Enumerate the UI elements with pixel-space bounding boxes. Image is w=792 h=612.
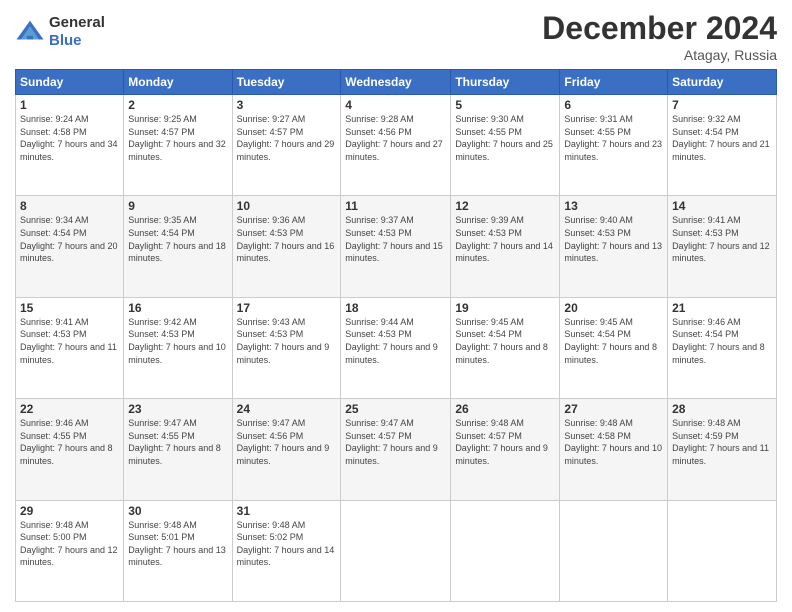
day-cell-18: 18 Sunrise: 9:44 AMSunset: 4:53 PMDaylig… [341,297,451,398]
day-cell-2: 2 Sunrise: 9:25 AMSunset: 4:57 PMDayligh… [124,95,232,196]
empty-cell-4 [668,500,777,601]
day-cell-16: 16 Sunrise: 9:42 AMSunset: 4:53 PMDaylig… [124,297,232,398]
day-cell-5: 5 Sunrise: 9:30 AMSunset: 4:55 PMDayligh… [451,95,560,196]
col-saturday: Saturday [668,70,777,95]
col-thursday: Thursday [451,70,560,95]
day-cell-12: 12 Sunrise: 9:39 AMSunset: 4:53 PMDaylig… [451,196,560,297]
day-cell-15: 15 Sunrise: 9:41 AMSunset: 4:53 PMDaylig… [16,297,124,398]
month-title: December 2024 [542,10,777,47]
empty-cell-1 [341,500,451,601]
day-cell-3: 3 Sunrise: 9:27 AMSunset: 4:57 PMDayligh… [232,95,341,196]
day-cell-1: 1 Sunrise: 9:24 AMSunset: 4:58 PMDayligh… [16,95,124,196]
day-cell-8: 8 Sunrise: 9:34 AMSunset: 4:54 PMDayligh… [16,196,124,297]
col-monday: Monday [124,70,232,95]
calendar-body: 1 Sunrise: 9:24 AMSunset: 4:58 PMDayligh… [16,95,777,602]
day-cell-19: 19 Sunrise: 9:45 AMSunset: 4:54 PMDaylig… [451,297,560,398]
day-cell-17: 17 Sunrise: 9:43 AMSunset: 4:53 PMDaylig… [232,297,341,398]
location: Atagay, Russia [542,47,777,63]
week-row-3: 15 Sunrise: 9:41 AMSunset: 4:53 PMDaylig… [16,297,777,398]
calendar: Sunday Monday Tuesday Wednesday Thursday… [15,69,777,602]
empty-cell-2 [451,500,560,601]
day-cell-20: 20 Sunrise: 9:45 AMSunset: 4:54 PMDaylig… [560,297,668,398]
day-cell-30: 30 Sunrise: 9:48 AMSunset: 5:01 PMDaylig… [124,500,232,601]
day-cell-24: 24 Sunrise: 9:47 AMSunset: 4:56 PMDaylig… [232,399,341,500]
logo: General Blue [15,14,105,50]
week-row-2: 8 Sunrise: 9:34 AMSunset: 4:54 PMDayligh… [16,196,777,297]
day-cell-23: 23 Sunrise: 9:47 AMSunset: 4:55 PMDaylig… [124,399,232,500]
day-cell-9: 9 Sunrise: 9:35 AMSunset: 4:54 PMDayligh… [124,196,232,297]
col-friday: Friday [560,70,668,95]
day-cell-26: 26 Sunrise: 9:48 AMSunset: 4:57 PMDaylig… [451,399,560,500]
logo-text: General Blue [49,14,105,50]
empty-cell-3 [560,500,668,601]
col-sunday: Sunday [16,70,124,95]
col-tuesday: Tuesday [232,70,341,95]
day-cell-25: 25 Sunrise: 9:47 AMSunset: 4:57 PMDaylig… [341,399,451,500]
col-wednesday: Wednesday [341,70,451,95]
day-cell-21: 21 Sunrise: 9:46 AMSunset: 4:54 PMDaylig… [668,297,777,398]
week-row-5: 29 Sunrise: 9:48 AMSunset: 5:00 PMDaylig… [16,500,777,601]
week-row-1: 1 Sunrise: 9:24 AMSunset: 4:58 PMDayligh… [16,95,777,196]
day-cell-29: 29 Sunrise: 9:48 AMSunset: 5:00 PMDaylig… [16,500,124,601]
day-cell-11: 11 Sunrise: 9:37 AMSunset: 4:53 PMDaylig… [341,196,451,297]
title-block: December 2024 Atagay, Russia [542,10,777,63]
day-cell-28: 28 Sunrise: 9:48 AMSunset: 4:59 PMDaylig… [668,399,777,500]
day-cell-6: 6 Sunrise: 9:31 AMSunset: 4:55 PMDayligh… [560,95,668,196]
day-cell-31: 31 Sunrise: 9:48 AMSunset: 5:02 PMDaylig… [232,500,341,601]
header: General Blue December 2024 Atagay, Russi… [15,10,777,63]
day-cell-10: 10 Sunrise: 9:36 AMSunset: 4:53 PMDaylig… [232,196,341,297]
calendar-header-row: Sunday Monday Tuesday Wednesday Thursday… [16,70,777,95]
day-cell-22: 22 Sunrise: 9:46 AMSunset: 4:55 PMDaylig… [16,399,124,500]
day-cell-27: 27 Sunrise: 9:48 AMSunset: 4:58 PMDaylig… [560,399,668,500]
day-cell-13: 13 Sunrise: 9:40 AMSunset: 4:53 PMDaylig… [560,196,668,297]
day-cell-4: 4 Sunrise: 9:28 AMSunset: 4:56 PMDayligh… [341,95,451,196]
day-cell-7: 7 Sunrise: 9:32 AMSunset: 4:54 PMDayligh… [668,95,777,196]
logo-icon [15,17,45,47]
page: General Blue December 2024 Atagay, Russi… [0,0,792,612]
day-cell-14: 14 Sunrise: 9:41 AMSunset: 4:53 PMDaylig… [668,196,777,297]
week-row-4: 22 Sunrise: 9:46 AMSunset: 4:55 PMDaylig… [16,399,777,500]
